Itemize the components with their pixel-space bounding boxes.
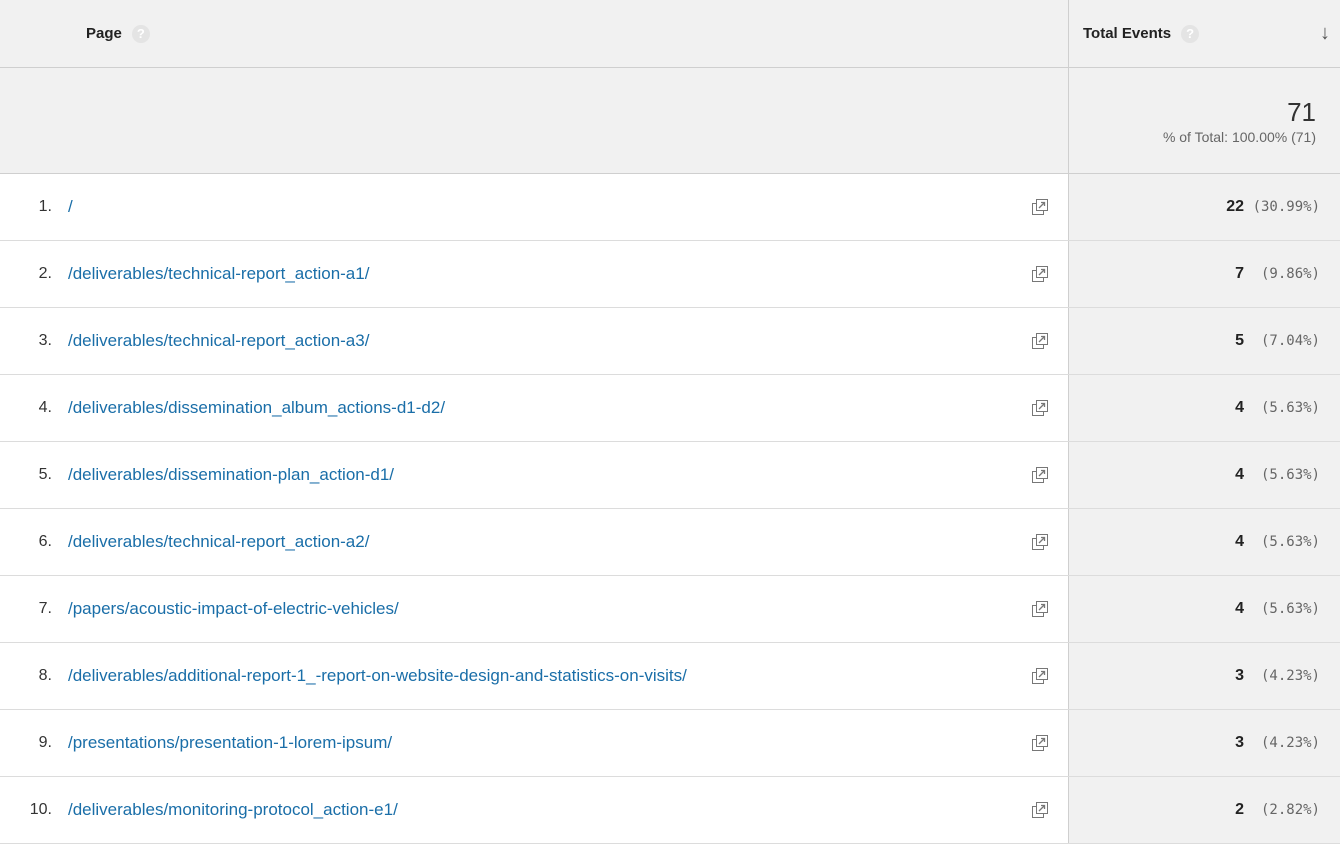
event-percent: (5.63%) bbox=[1260, 534, 1320, 550]
page-link[interactable]: /deliverables/additional-report-1_-repor… bbox=[68, 666, 687, 686]
page-cell: 9. /presentations/presentation-1-lorem-i… bbox=[0, 710, 1068, 776]
row-index: 7. bbox=[38, 600, 52, 617]
page-link[interactable]: /deliverables/technical-report_action-a3… bbox=[68, 331, 369, 351]
events-cell: 3 (4.23%) bbox=[1068, 710, 1340, 776]
event-count: 4 bbox=[1235, 466, 1244, 483]
event-count: 2 bbox=[1235, 801, 1244, 818]
open-in-new-window-icon[interactable] bbox=[1030, 398, 1050, 418]
page-cell: 7. /papers/acoustic-impact-of-electric-v… bbox=[0, 576, 1068, 642]
event-percent: (5.63%) bbox=[1260, 400, 1320, 416]
event-percent: (9.86%) bbox=[1260, 266, 1320, 282]
page-column-header[interactable]: Page ? bbox=[0, 0, 1068, 67]
total-events-column-header[interactable]: Total Events ? ↓ bbox=[1068, 0, 1340, 67]
events-cell: 7 (9.86%) bbox=[1068, 241, 1340, 307]
page-cell: 1. / bbox=[0, 174, 1068, 240]
totals-events-cell: 71 % of Total: 100.00% (71) bbox=[1068, 68, 1340, 173]
row-index: 6. bbox=[38, 533, 52, 550]
event-count: 4 bbox=[1235, 600, 1244, 617]
event-percent: (30.99%) bbox=[1252, 199, 1320, 215]
row-index: 3. bbox=[38, 332, 52, 349]
table-row: 7. /papers/acoustic-impact-of-electric-v… bbox=[0, 576, 1340, 643]
event-count: 22 bbox=[1226, 198, 1244, 215]
page-cell: 4. /deliverables/dissemination_album_act… bbox=[0, 375, 1068, 441]
events-cell: 4 (5.63%) bbox=[1068, 375, 1340, 441]
open-in-new-window-icon[interactable] bbox=[1030, 599, 1050, 619]
page-column-label: Page bbox=[86, 25, 122, 42]
row-index: 5. bbox=[38, 466, 52, 483]
page-cell: 2. /deliverables/technical-report_action… bbox=[0, 241, 1068, 307]
event-percent: (5.63%) bbox=[1260, 601, 1320, 617]
open-in-new-window-icon[interactable] bbox=[1030, 264, 1050, 284]
page-cell: 3. /deliverables/technical-report_action… bbox=[0, 308, 1068, 374]
table-body: 1. / 22 (30.99%) 2. /deliverables/techni… bbox=[0, 174, 1340, 844]
event-percent: (4.23%) bbox=[1260, 735, 1320, 751]
sort-descending-icon[interactable]: ↓ bbox=[1320, 22, 1330, 45]
totals-row: 71 % of Total: 100.00% (71) bbox=[0, 68, 1340, 174]
page-cell: 5. /deliverables/dissemination-plan_acti… bbox=[0, 442, 1068, 508]
event-percent: (4.23%) bbox=[1260, 668, 1320, 684]
events-cell: 5 (7.04%) bbox=[1068, 308, 1340, 374]
row-index: 2. bbox=[38, 265, 52, 282]
page-link[interactable]: /deliverables/dissemination_album_action… bbox=[68, 398, 445, 418]
table-header-row: Page ? Total Events ? ↓ bbox=[0, 0, 1340, 68]
event-percent: (2.82%) bbox=[1260, 802, 1320, 818]
event-percent: (7.04%) bbox=[1260, 333, 1320, 349]
open-in-new-window-icon[interactable] bbox=[1030, 532, 1050, 552]
page-link[interactable]: /papers/acoustic-impact-of-electric-vehi… bbox=[68, 599, 399, 619]
events-cell: 4 (5.63%) bbox=[1068, 442, 1340, 508]
table-row: 4. /deliverables/dissemination_album_act… bbox=[0, 375, 1340, 442]
page-cell: 10. /deliverables/monitoring-protocol_ac… bbox=[0, 777, 1068, 843]
row-index: 8. bbox=[38, 667, 52, 684]
open-in-new-window-icon[interactable] bbox=[1030, 733, 1050, 753]
open-in-new-window-icon[interactable] bbox=[1030, 465, 1050, 485]
table-row: 6. /deliverables/technical-report_action… bbox=[0, 509, 1340, 576]
totals-page-cell bbox=[0, 68, 1068, 173]
event-count: 4 bbox=[1235, 399, 1244, 416]
open-in-new-window-icon[interactable] bbox=[1030, 331, 1050, 351]
table-row: 5. /deliverables/dissemination-plan_acti… bbox=[0, 442, 1340, 509]
events-cell: 22 (30.99%) bbox=[1068, 174, 1340, 240]
page-link[interactable]: /deliverables/technical-report_action-a1… bbox=[68, 264, 369, 284]
events-cell: 4 (5.63%) bbox=[1068, 509, 1340, 575]
row-index: 10. bbox=[29, 801, 52, 818]
event-count: 3 bbox=[1235, 667, 1244, 684]
page-link[interactable]: /deliverables/technical-report_action-a2… bbox=[68, 532, 369, 552]
table-row: 10. /deliverables/monitoring-protocol_ac… bbox=[0, 777, 1340, 844]
row-index: 1. bbox=[38, 198, 52, 215]
page-link[interactable]: /presentations/presentation-1-lorem-ipsu… bbox=[68, 733, 392, 753]
total-events-help-icon[interactable]: ? bbox=[1181, 24, 1200, 43]
events-cell: 3 (4.23%) bbox=[1068, 643, 1340, 709]
open-in-new-window-icon[interactable] bbox=[1030, 197, 1050, 217]
page-link[interactable]: / bbox=[68, 197, 73, 217]
page-cell: 6. /deliverables/technical-report_action… bbox=[0, 509, 1068, 575]
page-link[interactable]: /deliverables/dissemination-plan_action-… bbox=[68, 465, 394, 485]
table-row: 9. /presentations/presentation-1-lorem-i… bbox=[0, 710, 1340, 777]
page-link[interactable]: /deliverables/monitoring-protocol_action… bbox=[68, 800, 398, 820]
table-row: 1. / 22 (30.99%) bbox=[0, 174, 1340, 241]
event-count: 4 bbox=[1235, 533, 1244, 550]
open-in-new-window-icon[interactable] bbox=[1030, 666, 1050, 686]
row-index: 9. bbox=[38, 734, 52, 751]
total-events-column-label: Total Events bbox=[1083, 25, 1172, 42]
page-help-icon[interactable]: ? bbox=[131, 24, 150, 43]
event-count: 7 bbox=[1235, 265, 1244, 282]
row-index: 4. bbox=[38, 399, 52, 416]
report-table: Page ? Total Events ? ↓ 71 % of Total: 1… bbox=[0, 0, 1340, 844]
total-events-value: 71 bbox=[1287, 96, 1316, 127]
events-cell: 2 (2.82%) bbox=[1068, 777, 1340, 843]
table-row: 3. /deliverables/technical-report_action… bbox=[0, 308, 1340, 375]
table-row: 8. /deliverables/additional-report-1_-re… bbox=[0, 643, 1340, 710]
table-row: 2. /deliverables/technical-report_action… bbox=[0, 241, 1340, 308]
event-percent: (5.63%) bbox=[1260, 467, 1320, 483]
open-in-new-window-icon[interactable] bbox=[1030, 800, 1050, 820]
event-count: 5 bbox=[1235, 332, 1244, 349]
page-cell: 8. /deliverables/additional-report-1_-re… bbox=[0, 643, 1068, 709]
total-events-percent: % of Total: 100.00% (71) bbox=[1162, 128, 1316, 145]
events-cell: 4 (5.63%) bbox=[1068, 576, 1340, 642]
event-count: 3 bbox=[1235, 734, 1244, 751]
